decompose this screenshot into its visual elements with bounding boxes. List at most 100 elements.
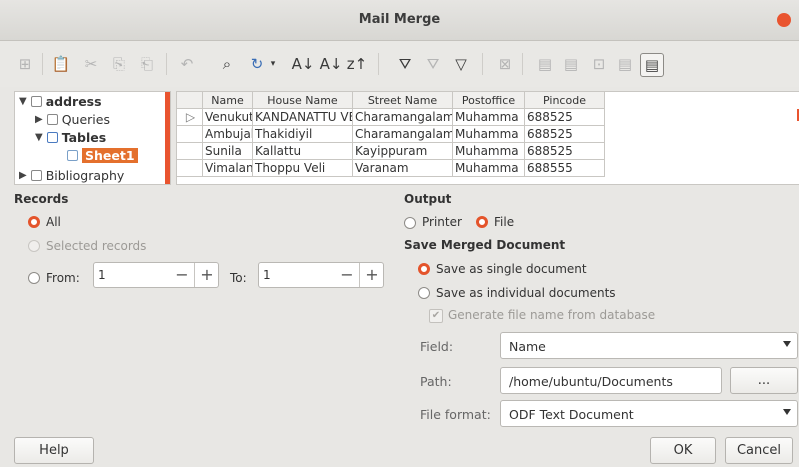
browse-button[interactable]: ... [730, 367, 798, 394]
cut-icon[interactable]: ✂ [80, 53, 102, 75]
sort-icon[interactable]: z↑ [346, 53, 368, 75]
copy-icon[interactable]: ⎘ [108, 53, 130, 75]
to-spinbox[interactable]: 1 − + [258, 262, 384, 288]
row-selector[interactable] [177, 143, 203, 160]
explorer-toggle-icon[interactable]: ▤ [640, 53, 664, 77]
table-cell[interactable]: Sunila [203, 143, 253, 160]
table-cell[interactable]: Thakidiyil [253, 126, 353, 143]
file-format-dropdown[interactable]: ODF Text Document [500, 400, 798, 427]
selected-records-label[interactable]: Selected records [46, 239, 146, 253]
expanded-arrow-icon[interactable]: ▼ [19, 96, 27, 107]
table-cell[interactable]: 688555 [525, 160, 605, 177]
table-cell[interactable]: Kallattu [253, 143, 353, 160]
standard-filter-icon[interactable]: ⛛ [422, 53, 444, 75]
help-button[interactable]: Help [14, 437, 94, 464]
individual-documents-label[interactable]: Save as individual documents [436, 286, 616, 300]
find-icon[interactable]: ⌕ [216, 53, 238, 75]
close-icon[interactable] [777, 13, 791, 27]
column-header[interactable]: House Name [253, 92, 353, 109]
collapsed-arrow-icon[interactable]: ▶ [19, 170, 27, 181]
field-dropdown[interactable]: Name [500, 332, 798, 359]
chevron-down-icon[interactable] [783, 341, 791, 347]
file-format-value[interactable]: ODF Text Document [509, 407, 634, 422]
mail-merge-icon[interactable]: ⊡ [588, 53, 610, 75]
minus-icon[interactable]: − [170, 263, 194, 287]
sort-ascending-icon[interactable]: A↓ [292, 53, 315, 75]
from-radio[interactable] [28, 272, 40, 284]
table-cell[interactable]: 688525 [525, 109, 605, 126]
to-value[interactable]: 1 [263, 268, 271, 282]
table-cell[interactable]: Muhamma [453, 143, 525, 160]
field-value[interactable]: Name [509, 339, 546, 354]
single-document-radio[interactable] [418, 263, 430, 275]
tree-item-sheet1[interactable]: Sheet1 [67, 146, 138, 164]
minus-icon[interactable]: − [335, 263, 359, 287]
autofilter-icon[interactable]: ⛛ [394, 53, 416, 75]
table-cell[interactable]: Kayippuram [353, 143, 453, 160]
paste-special-icon[interactable]: ⎗ [136, 53, 158, 75]
generate-filename-label[interactable]: Generate file name from database [448, 308, 655, 322]
paste-icon[interactable]: 📋 [50, 53, 72, 75]
file-label[interactable]: File [494, 215, 514, 229]
table-cell[interactable]: Muhamma [453, 160, 525, 177]
column-header[interactable]: Postoffice [453, 92, 525, 109]
printer-radio[interactable] [404, 217, 416, 229]
all-label[interactable]: All [46, 215, 61, 229]
ok-button[interactable]: OK [650, 437, 716, 464]
table-cell[interactable]: Ambujaks [203, 126, 253, 143]
refresh-icon[interactable]: ↻ [246, 53, 268, 75]
column-header[interactable]: Pincode [525, 92, 605, 109]
table-row[interactable]: ▷ Venukutti KANDANATTU VE Charamangalam … [177, 109, 605, 126]
tree-item-queries[interactable]: ▶ Queries [35, 110, 110, 128]
path-value[interactable]: /home/ubuntu/Documents [509, 374, 673, 389]
individual-documents-radio[interactable] [418, 287, 430, 299]
table-cell[interactable]: Charamangalam [353, 109, 453, 126]
from-spinbox[interactable]: 1 − + [93, 262, 219, 288]
single-document-label[interactable]: Save as single document [436, 262, 587, 276]
collapsed-arrow-icon[interactable]: ▶ [35, 114, 43, 125]
file-radio[interactable] [476, 216, 488, 228]
table-row[interactable]: Sunila Kallattu Kayippuram Muhamma 68852… [177, 143, 605, 160]
remove-filter-icon[interactable]: ⊠ [494, 53, 516, 75]
table-cell[interactable]: Muhamma [453, 126, 525, 143]
tree-item-tables[interactable]: ▼ Tables [35, 128, 106, 146]
data-to-text-icon[interactable]: ▤ [534, 53, 556, 75]
data-to-fields-icon[interactable]: ▤ [560, 53, 582, 75]
table-cell[interactable]: Varanam [353, 160, 453, 177]
path-input[interactable]: /home/ubuntu/Documents [500, 367, 722, 394]
undo-icon[interactable]: ↶ [176, 53, 198, 75]
printer-label[interactable]: Printer [422, 215, 462, 229]
expanded-arrow-icon[interactable]: ▼ [35, 132, 43, 143]
plus-icon[interactable]: + [359, 263, 384, 287]
cancel-button[interactable]: Cancel [725, 437, 793, 464]
from-label[interactable]: From: [46, 271, 80, 285]
table-cell[interactable]: 688525 [525, 143, 605, 160]
tree-scrollbar[interactable] [165, 92, 170, 184]
table-cell[interactable]: KANDANATTU VE [253, 109, 353, 126]
selected-records-radio[interactable] [28, 240, 40, 252]
row-selector[interactable] [177, 160, 203, 177]
table-row[interactable]: Ambujaks Thakidiyil Charamangalam Muhamm… [177, 126, 605, 143]
table-cell[interactable]: Charamangalam [353, 126, 453, 143]
all-radio[interactable] [28, 216, 40, 228]
chevron-down-icon[interactable]: ▾ [268, 53, 278, 75]
from-value[interactable]: 1 [98, 268, 106, 282]
table-cell[interactable]: 688525 [525, 126, 605, 143]
column-header[interactable]: Street Name [353, 92, 453, 109]
chevron-down-icon[interactable] [783, 409, 791, 415]
row-selector[interactable] [177, 126, 203, 143]
column-header[interactable]: Name [203, 92, 253, 109]
table-row[interactable]: Vimalan Thoppu Veli Varanam Muhamma 6885… [177, 160, 605, 177]
generate-filename-checkbox[interactable]: ✔ [429, 309, 443, 323]
current-row-icon[interactable]: ▷ [177, 109, 203, 126]
tree-item-bibliography[interactable]: ▶ Bibliography [19, 166, 124, 184]
sort-descending-icon[interactable]: A↓ [320, 53, 343, 75]
data-source-current-icon[interactable]: ▤ [614, 53, 636, 75]
reset-filter-icon[interactable]: ▽ [450, 53, 472, 75]
plus-icon[interactable]: + [194, 263, 219, 287]
table-cell[interactable]: Thoppu Veli [253, 160, 353, 177]
tree-item-address[interactable]: ▼ address [19, 92, 102, 110]
table-cell[interactable]: Venukutti [203, 109, 253, 126]
insert-icon[interactable]: ⊞ [14, 53, 36, 75]
table-cell[interactable]: Muhamma [453, 109, 525, 126]
